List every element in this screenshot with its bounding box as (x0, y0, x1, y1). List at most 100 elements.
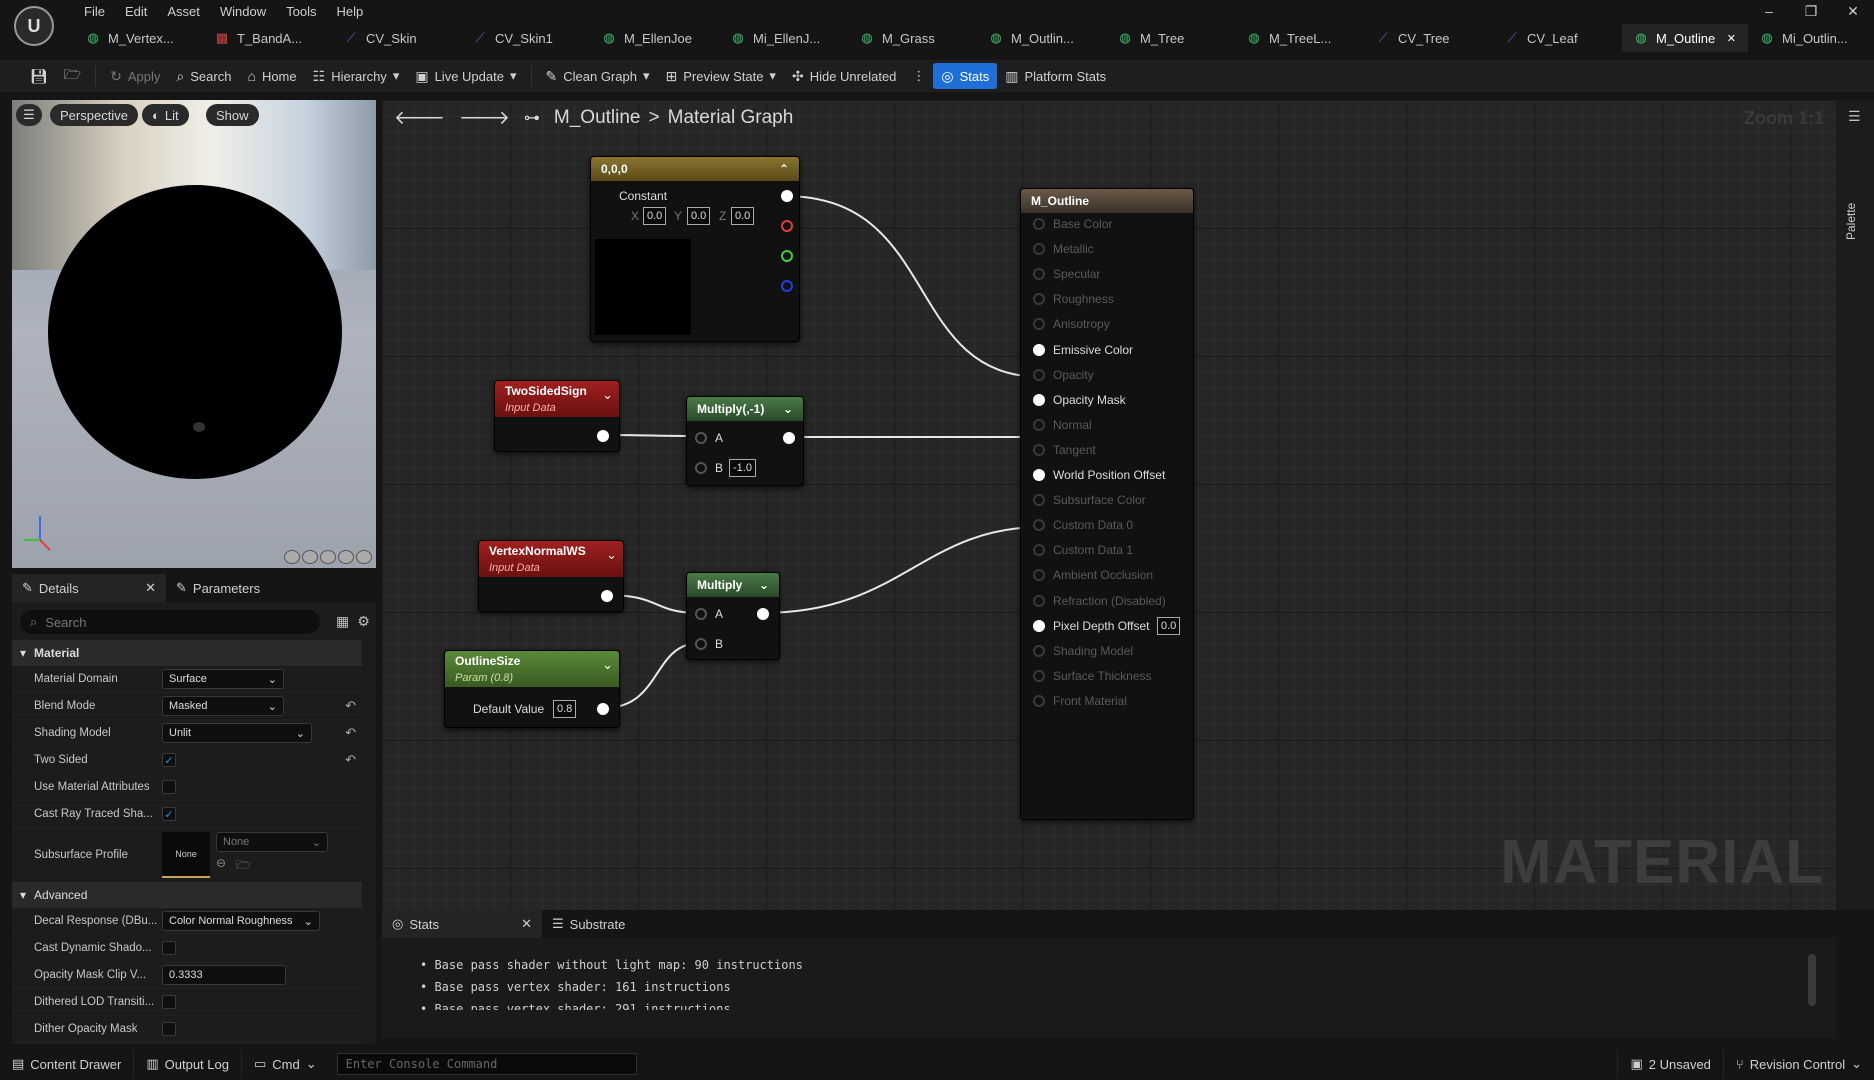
result-pin-pixel-depth-offset[interactable] (1033, 619, 1045, 632)
sphere-icon[interactable] (302, 550, 318, 564)
node-constant[interactable]: 0,0,0 ⌃ Constant X 0.0 Y 0.0 Z 0.0 (590, 156, 800, 342)
node-outline-size[interactable]: OutlineSize Param (0.8) ⌄ Default Value … (444, 650, 620, 728)
tab-substrate[interactable]: ☰ Substrate (542, 910, 635, 938)
hierarchy-button[interactable]: ☷ Hierarchy ▾ (305, 63, 408, 89)
chevron-down-icon[interactable]: ⌄ (783, 402, 793, 416)
node-multiply-neg[interactable]: Multiply(,-1) ⌄ A B -1.0 (686, 396, 804, 486)
chevron-down-icon[interactable]: ⌄ (606, 547, 617, 563)
blend-mode-select[interactable]: Masked ⌄ (162, 696, 284, 716)
multiply-b-pin[interactable] (695, 638, 707, 650)
palette-menu-icon[interactable]: ☰ (1848, 108, 1861, 125)
outline-size-output-pin[interactable] (597, 703, 609, 715)
constant-rgb-pin[interactable] (781, 190, 793, 202)
breadcrumb-asset[interactable]: M_Outline (554, 107, 641, 129)
viewport-menu-button[interactable]: ☰ (16, 104, 42, 126)
menu-help[interactable]: Help (326, 2, 373, 22)
subsurface-profile-thumbnail[interactable]: None (162, 831, 210, 878)
cylinder-icon[interactable] (284, 550, 300, 564)
plane-icon[interactable] (320, 550, 336, 564)
constant-y-input[interactable]: 0.0 (687, 207, 711, 225)
vertex-normal-output-pin[interactable] (601, 590, 613, 602)
multiply-neg-output-pin[interactable] (783, 432, 795, 444)
menu-tools[interactable]: Tools (276, 2, 326, 22)
result-pin-front-material[interactable] (1033, 694, 1045, 707)
node-two-sided-sign[interactable]: TwoSidedSign Input Data ⌄ (494, 380, 620, 452)
node-material-result[interactable]: M_Outline Base Color Metallic Specular Roug… (1020, 188, 1194, 820)
tab-cv-leaf[interactable]: ⟋ CV_Leaf (1493, 24, 1622, 52)
tab-m-outlin[interactable]: ◍ M_Outlin... (977, 24, 1106, 52)
save-button[interactable]: 💾︎ (22, 63, 56, 89)
chevron-down-icon[interactable]: ⌄ (602, 387, 613, 403)
result-pin-roughness[interactable] (1033, 293, 1045, 306)
close-icon[interactable]: ✕ (1727, 32, 1736, 45)
stats-scrollbar[interactable] (1808, 954, 1816, 1006)
result-pin-specular[interactable] (1033, 268, 1045, 281)
close-icon[interactable]: ✕ (521, 916, 532, 932)
search-button[interactable]: ⌕ Search (168, 63, 239, 89)
tab-t-banda[interactable]: ▩ T_BandA... (203, 24, 332, 52)
category-material[interactable]: ▾ Material (12, 640, 362, 666)
material-domain-select[interactable]: Surface ⌄ (162, 669, 284, 689)
two-sided-sign-output-pin[interactable] (597, 430, 609, 442)
revision-control-button[interactable]: ⑂ Revision Control ⌄ (1724, 1050, 1874, 1078)
constant-b-pin[interactable] (781, 280, 793, 292)
console-input[interactable]: Enter Console Command (336, 1053, 637, 1075)
cmd-button[interactable]: ▭ Cmd ⌄ (242, 1050, 329, 1078)
live-update-button[interactable]: ▣ Live Update ▾ (407, 63, 524, 89)
dither-opacity-checkbox[interactable] (162, 1022, 176, 1036)
restore-icon[interactable]: ❐ (1790, 0, 1832, 22)
result-pin-custom-data-0[interactable] (1033, 519, 1045, 532)
node-multiply[interactable]: Multiply ⌄ A B (686, 572, 780, 660)
tab-details[interactable]: ✎ Details ✕ (12, 574, 166, 602)
shading-model-select[interactable]: Unlit ⌄ (162, 723, 312, 743)
node-vertex-normal-ws[interactable]: VertexNormalWS Input Data ⌄ (478, 540, 624, 612)
close-icon[interactable]: ✕ (145, 580, 156, 596)
result-pin-custom-data-1[interactable] (1033, 544, 1045, 557)
lit-button[interactable]: ◐ Lit (142, 104, 189, 126)
hide-unrelated-button[interactable]: ✣ Hide Unrelated (784, 63, 904, 89)
perspective-button[interactable]: Perspective (50, 104, 138, 126)
two-sided-checkbox[interactable]: ✓ (162, 753, 176, 767)
breadcrumb-graph[interactable]: Material Graph (668, 107, 794, 129)
show-button[interactable]: Show (206, 104, 259, 126)
tab-m-ellenjoe[interactable]: ◍ M_EllenJoe (590, 24, 719, 52)
gear-icon[interactable]: ⚙ (357, 613, 370, 630)
use-selected-icon[interactable]: ⊖ (216, 856, 226, 877)
tab-mi-outlin[interactable]: ◍ Mi_Outlin... (1748, 24, 1874, 52)
tab-mi-ellenj[interactable]: ◍ Mi_EllenJ... (719, 24, 848, 52)
content-drawer-button[interactable]: ▤ Content Drawer (0, 1050, 135, 1078)
reset-icon[interactable]: ↶ (345, 752, 356, 768)
menu-asset[interactable]: Asset (157, 2, 210, 22)
menu-edit[interactable]: Edit (115, 2, 157, 22)
tab-cv-tree[interactable]: ⟋ CV_Tree (1364, 24, 1493, 52)
cast-ray-traced-checkbox[interactable]: ✓ (162, 807, 176, 821)
decal-response-select[interactable]: Color Normal Roughness ⌄ (162, 911, 320, 931)
cube-icon[interactable] (338, 550, 354, 564)
tab-m-outline[interactable]: ◍ M_Outline ✕ (1622, 24, 1748, 52)
preview-state-button[interactable]: ⊞ Preview State ▾ (657, 63, 783, 89)
result-pin-normal[interactable] (1033, 418, 1045, 431)
constant-g-pin[interactable] (781, 250, 793, 262)
tab-parameters[interactable]: ✎ Parameters (166, 574, 270, 602)
tab-m-treel[interactable]: ◍ M_TreeL... (1235, 24, 1364, 52)
apply-button[interactable]: ↻ Apply (102, 63, 168, 89)
use-material-attributes-checkbox[interactable] (162, 780, 176, 794)
result-pin-tangent[interactable] (1033, 443, 1045, 456)
result-pin-shading-model[interactable] (1033, 644, 1045, 657)
more-options-button[interactable]: ⋮ (904, 63, 933, 89)
clean-graph-button[interactable]: ✎ Clean Graph ▾ (538, 63, 658, 89)
result-pin-metallic[interactable] (1033, 243, 1045, 256)
multiply-neg-b-input[interactable]: -1.0 (729, 459, 756, 477)
unsaved-button[interactable]: ▣ 2 Unsaved (1617, 1050, 1724, 1078)
category-advanced[interactable]: ▾ Advanced (12, 882, 362, 908)
constant-z-input[interactable]: 0.0 (731, 207, 755, 225)
reset-icon[interactable]: ↶ (345, 725, 356, 741)
browse-asset-icon[interactable]: 🗁 (236, 856, 251, 877)
constant-r-pin[interactable] (781, 220, 793, 232)
close-window-icon[interactable]: ✕ (1832, 0, 1874, 22)
result-pin-ambient-occlusion[interactable] (1033, 569, 1045, 582)
platform-stats-button[interactable]: ▥ Platform Stats (997, 63, 1114, 89)
forward-arrow-icon[interactable]: 🡒 (459, 106, 510, 130)
chevron-down-icon[interactable]: ⌄ (602, 657, 613, 673)
custom-mesh-icon[interactable] (356, 550, 372, 564)
